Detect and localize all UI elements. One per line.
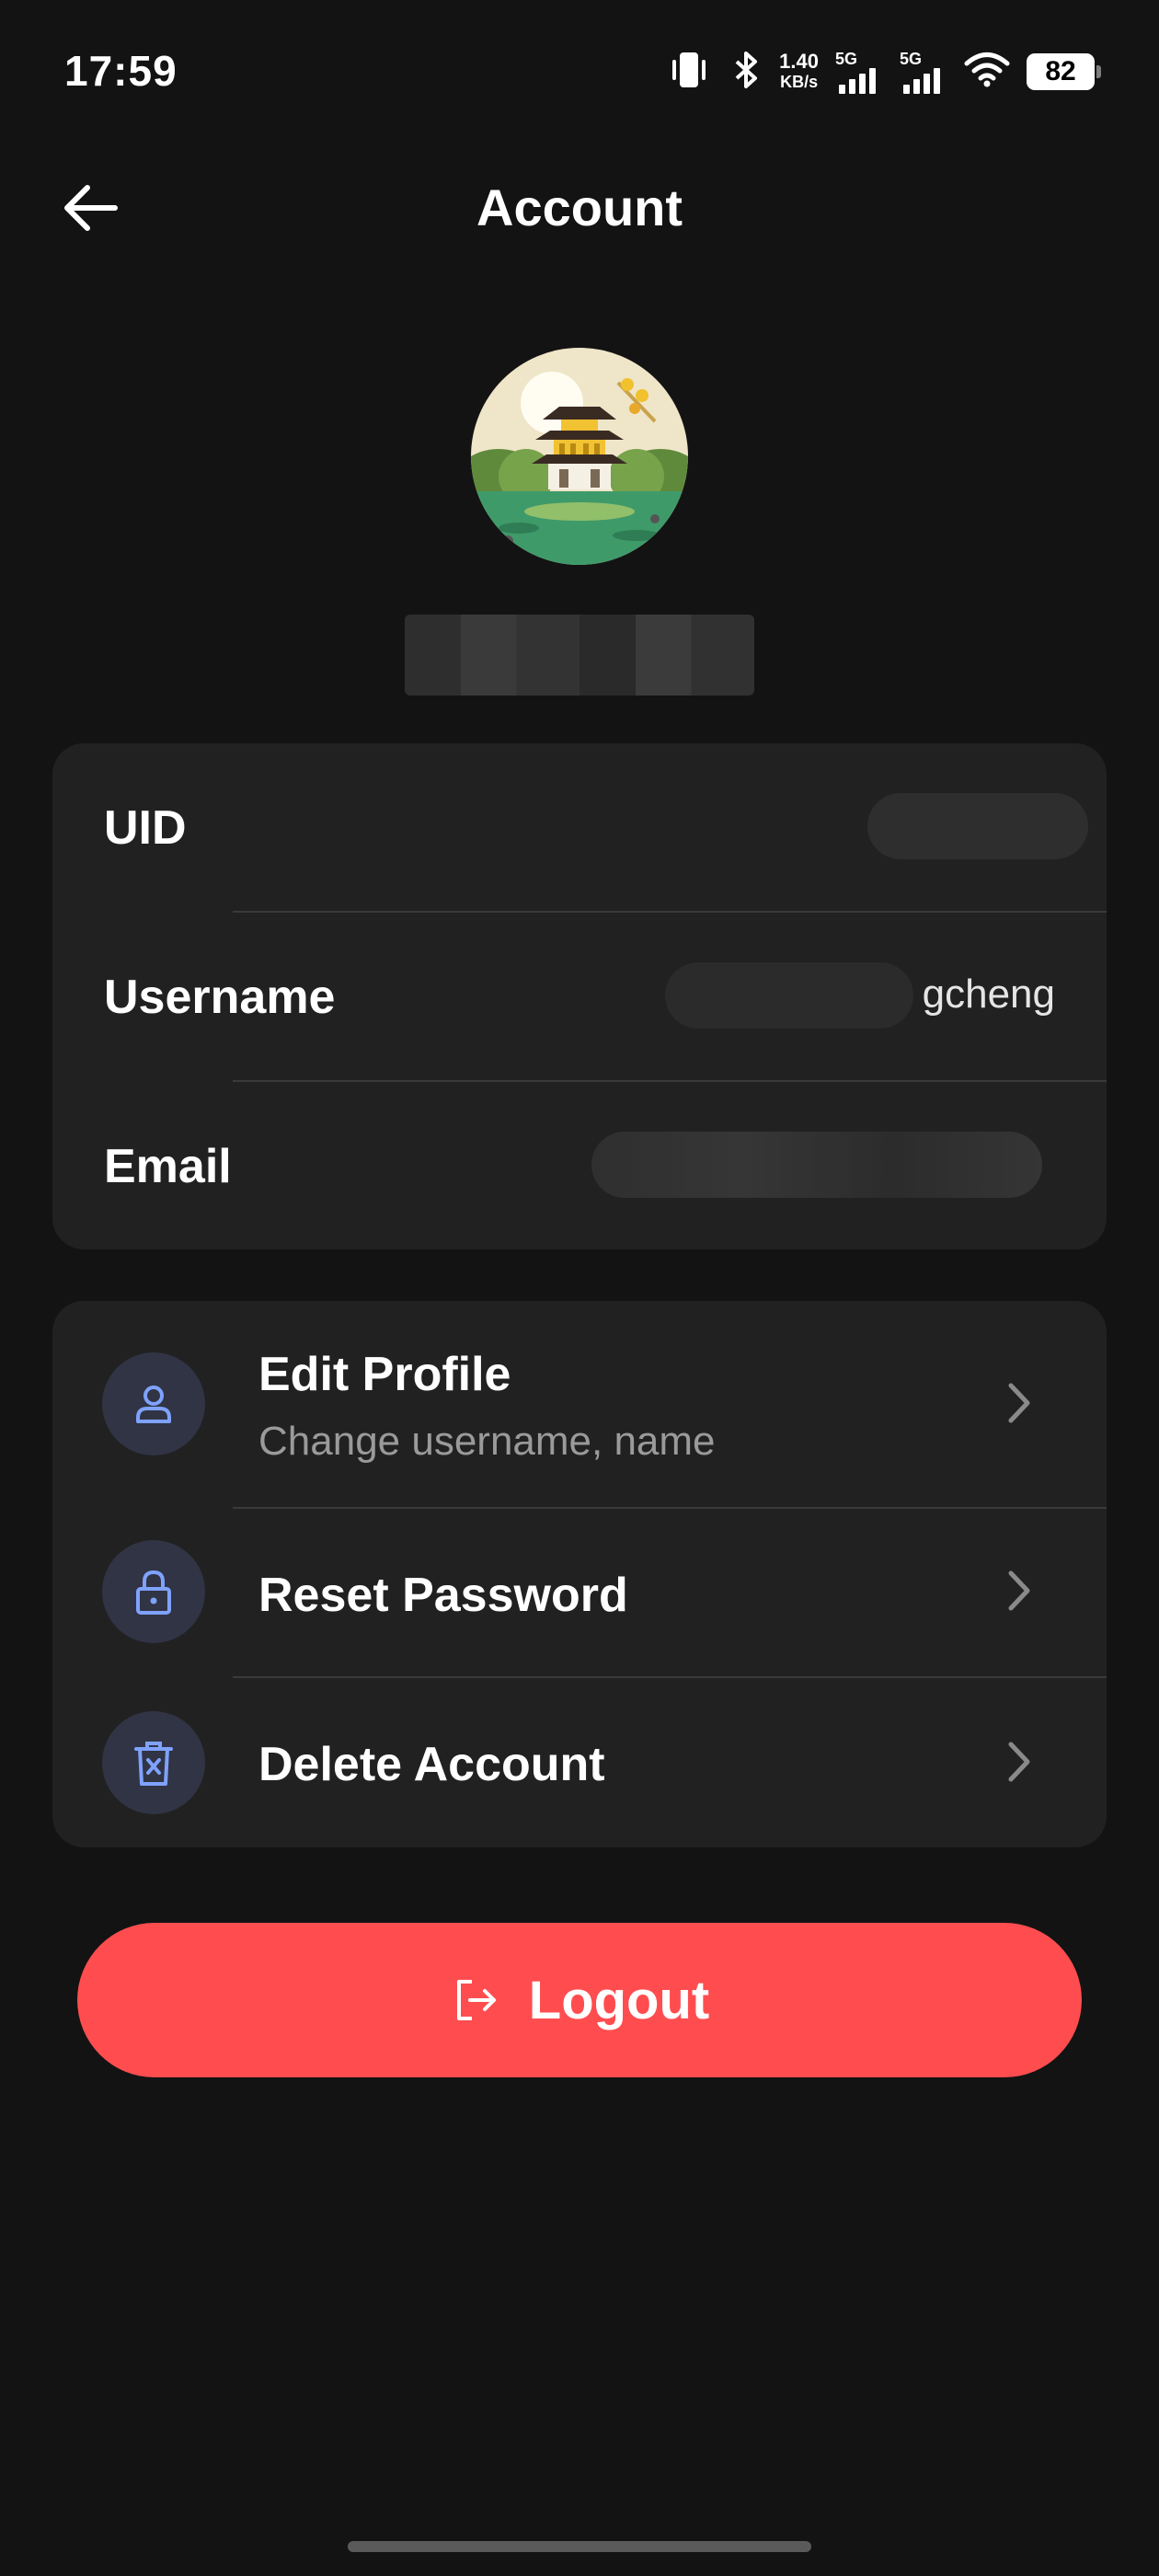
chevron-right-icon bbox=[996, 1380, 1042, 1426]
vibrate-icon bbox=[665, 49, 713, 96]
lock-icon bbox=[102, 1540, 205, 1643]
logout-icon bbox=[456, 1980, 496, 2020]
delete-account-item[interactable]: Delete Account bbox=[52, 1678, 1107, 1847]
sim2-network-type: 5G bbox=[900, 50, 923, 68]
trash-icon bbox=[102, 1711, 205, 1814]
account-actions-card: Edit Profile Change username, name Reset… bbox=[52, 1301, 1107, 1847]
email-row: Email bbox=[52, 1082, 1107, 1251]
network-speed: 1.40 KB/s bbox=[779, 52, 819, 92]
avatar[interactable] bbox=[471, 348, 688, 565]
home-indicator[interactable] bbox=[348, 2541, 811, 2552]
chevron-right-icon bbox=[996, 1739, 1042, 1785]
uid-value-redacted bbox=[867, 793, 1088, 859]
uid-label: UID bbox=[104, 801, 187, 855]
status-time: 17:59 bbox=[64, 47, 178, 95]
sim1-network-type: 5G bbox=[835, 50, 858, 68]
edit-profile-label: Edit Profile bbox=[258, 1348, 511, 1401]
bluetooth-icon bbox=[729, 49, 763, 96]
signal-bars-icon bbox=[903, 68, 940, 94]
username-value: gcheng bbox=[922, 972, 1055, 1017]
signal-bars-icon bbox=[839, 68, 876, 94]
signal-sim2: 5G bbox=[900, 50, 947, 94]
status-icons: 1.40 KB/s 5G 5G 82 bbox=[665, 44, 1101, 99]
edit-profile-item[interactable]: Edit Profile Change username, name bbox=[52, 1301, 1107, 1507]
delete-account-label: Delete Account bbox=[258, 1738, 605, 1791]
signal-sim1: 5G bbox=[835, 50, 883, 94]
logout-button[interactable]: Logout bbox=[77, 1923, 1082, 2077]
email-label: Email bbox=[104, 1140, 232, 1193]
network-speed-unit: KB/s bbox=[780, 73, 819, 91]
username-value-redacted bbox=[665, 962, 913, 1029]
username-label: Username bbox=[104, 971, 336, 1024]
app-header: Account bbox=[0, 166, 1159, 248]
edit-profile-subtitle: Change username, name bbox=[258, 1419, 716, 1464]
account-info-card: UID Username gcheng Email bbox=[52, 743, 1107, 1249]
chevron-right-icon bbox=[996, 1568, 1042, 1614]
email-value-redacted bbox=[591, 1132, 1042, 1198]
battery-indicator: 82 bbox=[1027, 53, 1101, 90]
wifi-icon bbox=[964, 52, 1010, 93]
user-icon bbox=[102, 1352, 205, 1455]
network-speed-value: 1.40 bbox=[779, 50, 819, 73]
page-title: Account bbox=[476, 178, 683, 236]
reset-password-item[interactable]: Reset Password bbox=[52, 1509, 1107, 1676]
username-row: Username gcheng bbox=[52, 913, 1107, 1082]
reset-password-label: Reset Password bbox=[258, 1569, 628, 1622]
logout-label: Logout bbox=[528, 1970, 710, 2030]
display-name-redacted bbox=[405, 615, 754, 696]
status-bar: 17:59 1.40 KB/s 5G 5G 82 bbox=[0, 0, 1159, 147]
uid-row: UID bbox=[52, 743, 1107, 913]
